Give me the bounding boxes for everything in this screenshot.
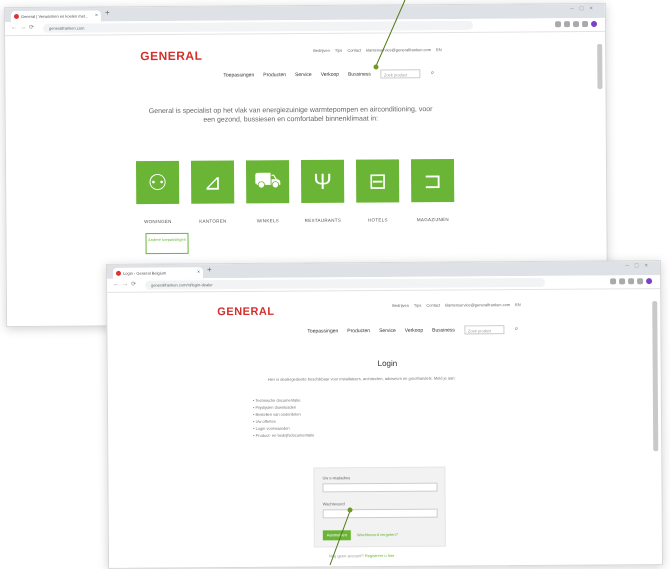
callout-pointer	[329, 0, 406, 565]
